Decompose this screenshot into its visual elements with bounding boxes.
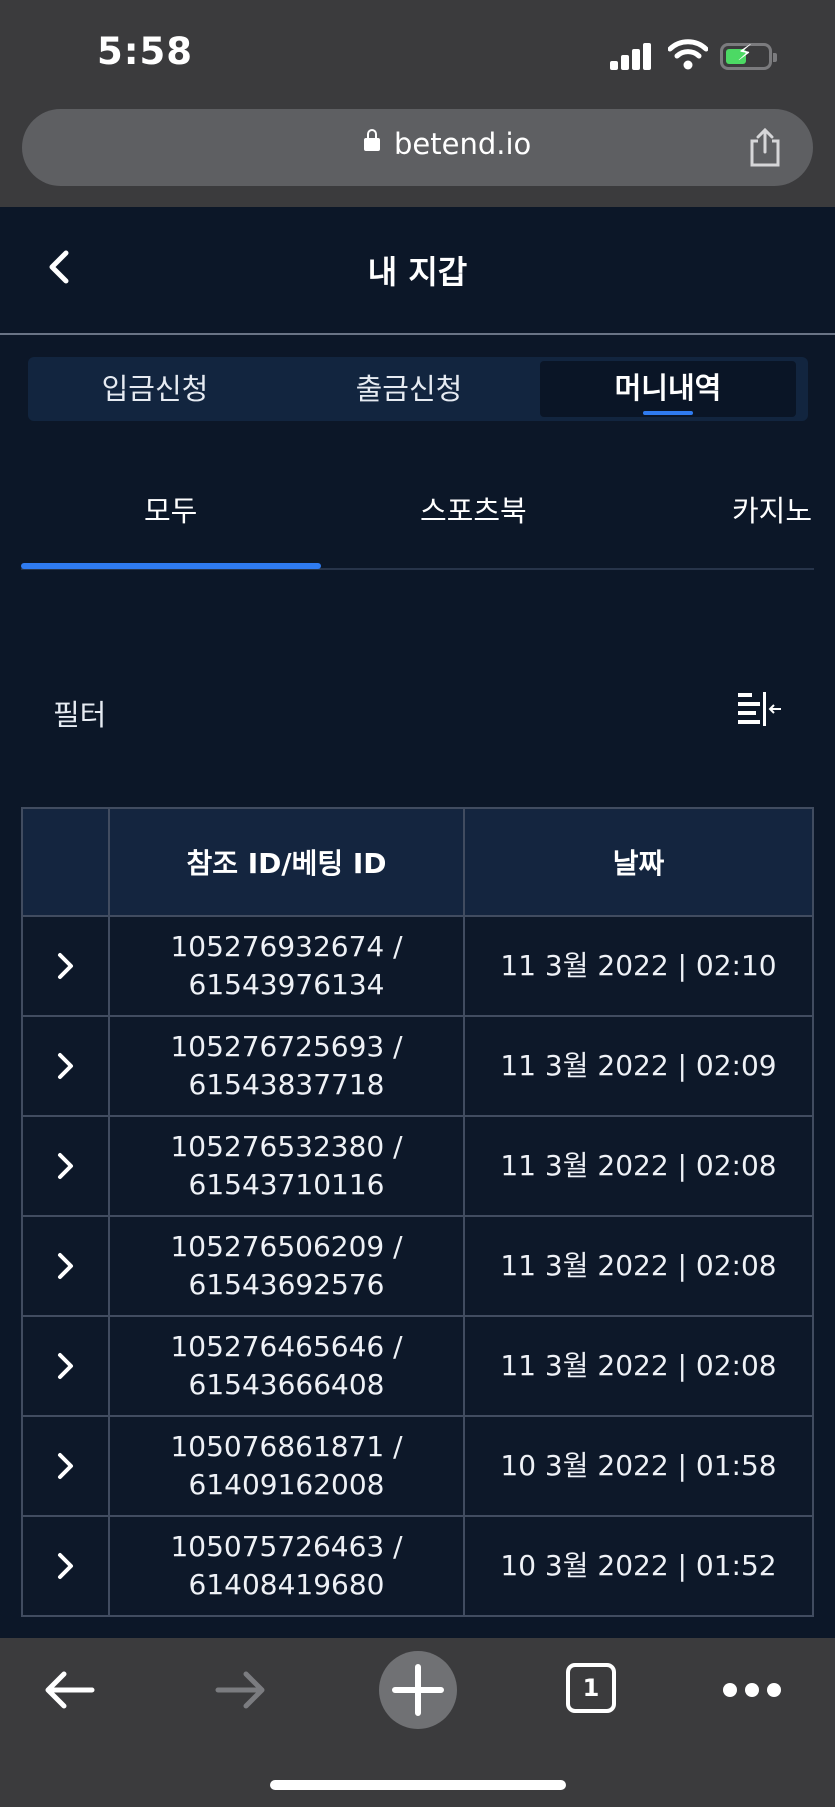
wallet-tabs: 입금신청 출금신청 머니내역 [28,357,808,421]
expand-cell[interactable] [21,1215,110,1317]
bet-id-text: 61543837718 [188,1068,385,1101]
more-dots-icon[interactable] [722,1682,782,1698]
expand-cell[interactable] [21,1415,110,1517]
home-indicator [270,1780,566,1790]
browser-bottom-toolbar: 1 [0,1638,835,1807]
date-cell: 10 3월 2022 | 01:58 [463,1415,814,1517]
reference-id-column-header: 참조 ID/베팅 ID [108,807,465,917]
expand-cell[interactable] [21,1315,110,1417]
reference-id-text: 105276725693 / [170,1030,403,1063]
new-tab-button[interactable] [379,1651,457,1729]
tab-withdraw-request[interactable]: 출금신청 [282,357,536,421]
page-title: 내 지갑 [367,253,468,291]
chevron-right-icon [57,1253,73,1279]
chevron-right-icon [57,1153,73,1179]
expand-cell[interactable] [21,1015,110,1117]
wifi-icon [668,39,708,70]
date-cell: 10 3월 2022 | 01:52 [463,1515,814,1617]
chevron-right-icon [57,1453,73,1479]
filter-label: 필터 [53,698,107,732]
url-text[interactable]: betend.io [394,127,531,161]
bet-id-text: 61543692576 [188,1268,385,1301]
chevron-right-icon [57,1553,73,1579]
expand-cell[interactable] [21,1115,110,1217]
browser-top-bar: 5:58 ⚡ betend.io [0,0,835,207]
table-row[interactable]: 105276465646 / 61543666408 11 3월 2022 | 02… [21,1315,814,1417]
reference-id-text: 105276506209 / [170,1230,403,1263]
date-cell: 11 3월 2022 | 02:09 [463,1015,814,1117]
bet-id-text: 61543976134 [188,968,385,1001]
battery-charging-icon: ⚡ [720,41,777,70]
tab-deposit-request[interactable]: 입금신청 [28,357,282,421]
reference-id-text: 105075726463 / [170,1530,403,1563]
lock-icon [364,129,380,151]
table-row[interactable]: 105076861871 / 61409162008 10 3월 2022 | 01… [21,1415,814,1517]
expand-column-header [21,807,110,917]
category-active-indicator [21,563,321,569]
category-tab-sportsbook[interactable]: 스포츠북 [420,488,527,530]
category-tab-casino[interactable]: 카지노 [732,488,812,530]
reference-id-cell: 105076861871 / 61409162008 [108,1415,465,1517]
browser-forward-arrow-icon[interactable] [214,1668,268,1712]
share-icon[interactable] [748,127,782,167]
status-time: 5:58 [97,30,194,73]
date-cell: 11 3월 2022 | 02:08 [463,1215,814,1317]
bet-id-text: 61409162008 [188,1468,385,1501]
date-column-header: 날짜 [463,807,814,917]
date-cell: 11 3월 2022 | 02:08 [463,1115,814,1217]
chevron-right-icon [57,1053,73,1079]
category-tab-all[interactable]: 모두 [144,488,197,530]
tab-count-button[interactable]: 1 [566,1663,616,1713]
reference-id-cell: 105276506209 / 61543692576 [108,1215,465,1317]
table-row[interactable]: 105276506209 / 61543692576 11 3월 2022 | 02… [21,1215,814,1317]
reference-id-text: 105276465646 / [170,1330,403,1363]
table-header-row: 참조 ID/베팅 ID 날짜 [21,807,814,917]
date-cell: 11 3월 2022 | 02:08 [463,1315,814,1417]
reference-id-text: 105076861871 / [170,1430,403,1463]
reference-id-cell: 105276932674 / 61543976134 [108,915,465,1017]
browser-back-arrow-icon[interactable] [42,1668,96,1712]
reference-id-text: 105276532380 / [170,1130,403,1163]
table-row[interactable]: 105276532380 / 61543710116 11 3월 2022 | 02… [21,1115,814,1217]
tab-money-history-label: 머니내역 [614,371,722,405]
transaction-table: 참조 ID/베팅 ID 날짜 105276932674 / 61543976134… [21,807,814,1617]
reference-id-cell: 105276465646 / 61543666408 [108,1315,465,1417]
bet-id-text: 61543710116 [188,1168,385,1201]
plus-icon [392,1664,444,1716]
reference-id-cell: 105276725693 / 61543837718 [108,1015,465,1117]
reference-id-cell: 105276532380 / 61543710116 [108,1115,465,1217]
address-bar[interactable]: betend.io [22,109,813,186]
date-cell: 11 3월 2022 | 02:10 [463,915,814,1017]
active-tab-indicator [643,411,693,415]
expand-cell[interactable] [21,1515,110,1617]
chevron-right-icon [57,953,73,979]
table-row[interactable]: 105276725693 / 61543837718 11 3월 2022 | 02… [21,1015,814,1117]
reference-id-text: 105276932674 / [170,930,403,963]
chevron-right-icon [57,1353,73,1379]
reference-id-cell: 105075726463 / 61408419680 [108,1515,465,1617]
cellular-signal-icon [610,42,652,70]
expand-cell[interactable] [21,915,110,1017]
app-header: 내 지갑 [0,207,835,335]
bet-id-text: 61408419680 [188,1568,385,1601]
bet-id-text: 61543666408 [188,1368,385,1401]
table-row[interactable]: 105276932674 / 61543976134 11 3월 2022 | 02… [21,915,814,1017]
tab-money-history[interactable]: 머니내역 [540,361,796,417]
table-row[interactable]: 105075726463 / 61408419680 10 3월 2022 | 01… [21,1515,814,1617]
filter-toggle-icon[interactable] [736,690,782,730]
